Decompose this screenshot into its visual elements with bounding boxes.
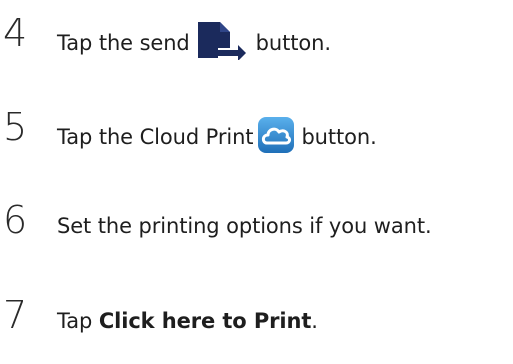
step-6: 6 Set the printing options if you want. [0,201,513,261]
step-text: Tap Click here to Print. [57,309,318,333]
send-icon [190,22,256,60]
step-text-after: button. [301,125,377,149]
step-number: 5 [3,105,27,149]
click-here-to-print-label: Click here to Print [98,309,312,333]
step-text: Tap the Cloud Print button. [57,117,377,154]
step-text-before: Tap the send [57,31,190,55]
step-number: 6 [3,198,27,242]
step-7: 7 Tap Click here to Print. [0,296,513,356]
step-5: 5 Tap the Cloud Print button. [0,108,513,168]
step-number: 4 [3,11,27,55]
step-text: Set the printing options if you want. [57,214,432,238]
step-text-after: . [311,309,318,333]
cloud-print-icon [253,117,301,154]
step-text-after: button. [255,31,331,55]
step-4: 4 Tap the send button. [0,14,513,74]
step-number: 7 [3,293,27,337]
step-text-before: Tap [57,309,99,333]
step-text: Tap the send button. [57,22,331,60]
step-text-before: Tap the Cloud Print [57,125,254,149]
